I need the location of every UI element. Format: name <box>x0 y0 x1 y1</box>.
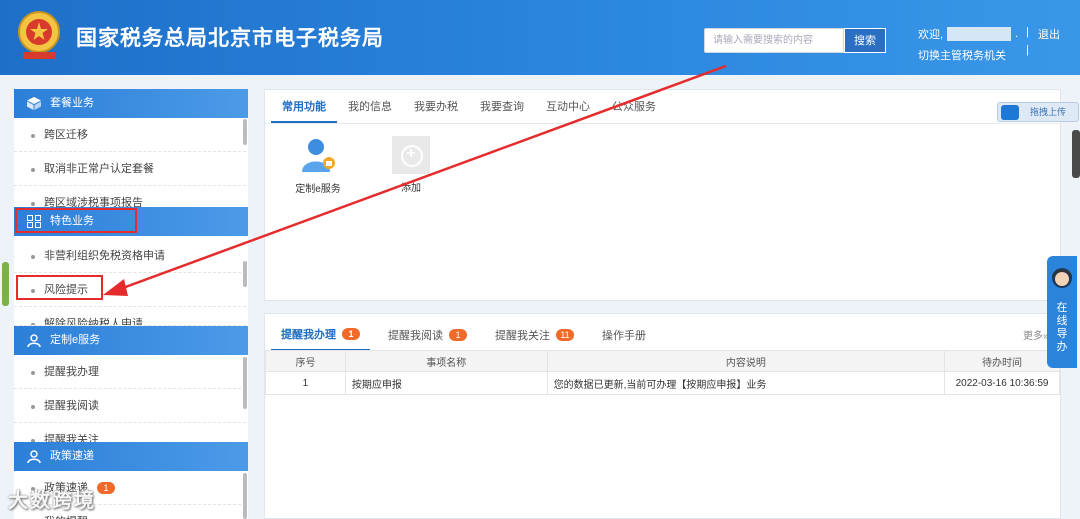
user-area: 欢迎, . 切换主管税务机关 <box>918 26 1018 63</box>
tax-emblem-icon <box>18 11 60 59</box>
logout-link[interactable]: 退出 <box>1038 26 1060 42</box>
tab-query[interactable]: 我要查询 <box>469 98 535 123</box>
tab-public-service[interactable]: 公众服务 <box>601 98 667 123</box>
reminders-panel: 提醒我办理 1 提醒我阅读 1 提醒我关注 11 操作手册 更多» 序号 事项名… <box>264 313 1061 519</box>
sidebar: 套餐业务 跨区迁移 取消非正常户认定套餐 跨区域涉税事项报告 特色业务 非营利组… <box>14 89 248 519</box>
col-header: 待办时间 <box>944 350 1060 372</box>
search-input[interactable]: 请输入需要搜索的内容 <box>704 28 844 53</box>
count-badge: 1 <box>342 328 360 340</box>
sidebar-item-nonprofit-exemption[interactable]: 非营利组织免税资格申请 <box>14 239 246 273</box>
tab-tax-handling[interactable]: 我要办税 <box>403 98 469 123</box>
sidebar-item-remind-handle[interactable]: 提醒我办理 <box>14 355 246 389</box>
cube-icon <box>27 97 41 110</box>
count-badge: 11 <box>556 329 574 341</box>
watermark: 大数跨境 <box>8 490 96 512</box>
sidebar-section-package[interactable]: 套餐业务 <box>14 89 248 118</box>
top-tabs: 常用功能 我的信息 我要办税 我要查询 互动中心 公众服务 <box>271 98 667 123</box>
col-header: 事项名称 <box>344 350 548 372</box>
tab-common-functions[interactable]: 常用功能 <box>271 98 337 123</box>
agent-avatar-icon <box>1052 268 1072 288</box>
tab-remind-follow[interactable]: 提醒我关注 11 <box>485 326 584 351</box>
welcome-line: 欢迎, . <box>918 26 1018 42</box>
sidebar-item-remind-read[interactable]: 提醒我阅读 <box>14 389 246 423</box>
tab-remind-handle[interactable]: 提醒我办理 1 <box>271 326 370 351</box>
sidebar-item-cross-region-report[interactable]: 跨区域涉税事项报告 <box>14 186 246 208</box>
tab-label: 提醒我关注 <box>495 330 550 342</box>
sidebar-item-cancel-abnormal[interactable]: 取消非正常户认定套餐 <box>14 152 246 186</box>
function-label: 添加 <box>401 183 421 194</box>
common-functions-panel: 常用功能 我的信息 我要办税 我要查询 互动中心 公众服务 定制e服务 + 添加 <box>264 89 1061 301</box>
sidebar-item-remind-follow[interactable]: 提醒我关注 <box>14 423 246 443</box>
drag-upload-button[interactable]: 拖拽上传 <box>997 102 1079 122</box>
tab-my-info[interactable]: 我的信息 <box>337 98 403 123</box>
custom-e-service-shortcut[interactable]: 定制e服务 <box>286 136 350 195</box>
tab-label: 提醒我阅读 <box>388 330 443 342</box>
cell-item-name[interactable]: 按期应申报 <box>344 371 548 395</box>
cell-description: 您的数据已更新,当前可办理【按期应申报】业务 <box>546 371 946 395</box>
user-icon <box>27 334 41 347</box>
col-header: 内容说明 <box>546 350 946 372</box>
switch-org-link[interactable]: 切换主管税务机关 <box>918 47 1018 63</box>
tab-manual[interactable]: 操作手册 <box>592 326 656 351</box>
tab-remind-read[interactable]: 提醒我阅读 1 <box>378 326 477 351</box>
section-title: 套餐业务 <box>50 97 94 109</box>
header-separator: | <box>1026 26 1029 38</box>
welcome-tail: . <box>1015 28 1019 40</box>
tabs-divider <box>265 123 1060 124</box>
page-scrollbar[interactable] <box>1072 130 1080 178</box>
sidebar-section-custom-service[interactable]: 定制e服务 <box>14 326 248 355</box>
search-button[interactable]: 搜索 <box>844 28 886 53</box>
sidebar-section-policy[interactable]: 政策速递 <box>14 442 248 471</box>
sidebar-item-remove-risk[interactable]: 解除风险纳税人申请 <box>14 307 246 326</box>
policy-badge: 1 <box>97 482 116 494</box>
header-separator: | <box>1026 44 1029 56</box>
welcome-text: 欢迎, <box>918 29 944 41</box>
top-header: 国家税务总局北京市电子税务局 请输入需要搜索的内容 搜索 欢迎, . 切换主管税… <box>0 0 1080 75</box>
online-service-label: 在线导办 <box>1056 302 1068 353</box>
tab-interaction-center[interactable]: 互动中心 <box>535 98 601 123</box>
user-icon <box>27 450 41 463</box>
add-icon: + <box>392 136 430 174</box>
add-function-shortcut[interactable]: + 添加 <box>379 136 443 194</box>
tab-label: 操作手册 <box>602 330 646 342</box>
custom-service-icon <box>302 139 335 172</box>
site-title: 国家税务总局北京市电子税务局 <box>76 27 384 50</box>
todo-table: 序号 事项名称 内容说明 待办时间 1 按期应申报 您的数据已更新,当前可办理【… <box>265 350 1060 395</box>
cell-time: 2022-03-16 10:36:59 <box>944 371 1060 395</box>
col-header: 序号 <box>265 350 346 372</box>
drag-upload-label: 拖拽上传 <box>1030 107 1067 117</box>
side-grip-handle[interactable] <box>2 262 9 306</box>
username-redacted <box>947 27 1012 41</box>
section-title: 定制e服务 <box>50 334 101 346</box>
table-row[interactable]: 1 按期应申报 您的数据已更新,当前可办理【按期应申报】业务 2022-03-1… <box>265 371 1060 395</box>
cell-index: 1 <box>265 371 346 395</box>
sidebar-scrollbar[interactable] <box>243 119 247 145</box>
sidebar-item-cross-region-migration[interactable]: 跨区迁移 <box>14 118 246 152</box>
table-header-row: 序号 事项名称 内容说明 待办时间 <box>265 350 1060 372</box>
online-service-button[interactable]: 在线导办 <box>1047 256 1077 368</box>
count-badge: 1 <box>449 329 467 341</box>
section-title: 政策速递 <box>50 450 94 462</box>
tab-label: 提醒我办理 <box>281 329 336 341</box>
cloud-upload-icon <box>1001 105 1019 120</box>
more-link[interactable]: 更多» <box>1023 327 1049 342</box>
sidebar-scrollbar[interactable] <box>243 261 247 287</box>
function-label: 定制e服务 <box>295 184 341 195</box>
reminder-tabs: 提醒我办理 1 提醒我阅读 1 提醒我关注 11 操作手册 <box>271 326 656 351</box>
highlight-risk-alert <box>16 275 103 300</box>
highlight-special-business <box>15 208 137 233</box>
sidebar-scrollbar[interactable] <box>243 473 247 519</box>
sidebar-scrollbar[interactable] <box>243 357 247 409</box>
